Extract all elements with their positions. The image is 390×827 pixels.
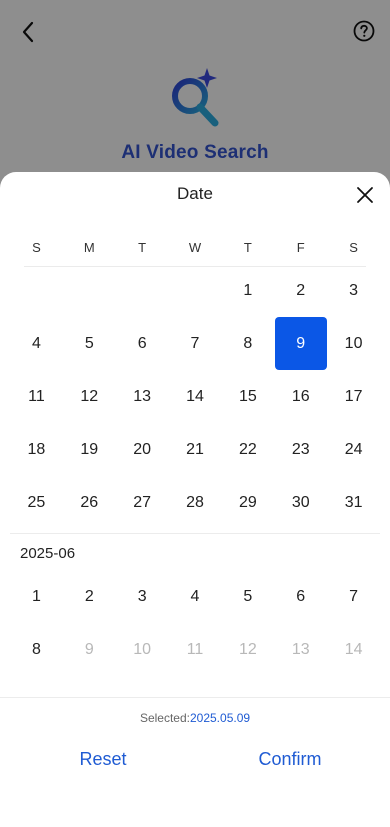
calendar-day[interactable]: 25 bbox=[10, 476, 63, 529]
calendar-day[interactable]: 6 bbox=[116, 317, 169, 370]
calendar-week-row: 11 12 13 14 15 16 17 bbox=[10, 370, 380, 423]
calendar-day: 9 bbox=[84, 640, 94, 658]
calendar-day: 14 bbox=[344, 640, 363, 658]
calendar-day[interactable]: 28 bbox=[169, 476, 222, 529]
selected-date-summary: Selected:2025.05.09 bbox=[0, 711, 390, 725]
calendar-week-row: 8 9 10 11 12 13 14 bbox=[10, 623, 380, 676]
calendar-day: 10 bbox=[133, 640, 152, 658]
calendar-day[interactable]: 21 bbox=[169, 423, 222, 476]
month-grid-june: 1 2 3 4 5 6 7 8 9 10 11 12 13 14 bbox=[10, 570, 380, 676]
calendar-day[interactable]: 3 bbox=[116, 570, 169, 623]
selected-date-value: 2025.05.09 bbox=[189, 711, 251, 725]
calendar-day[interactable]: 4 bbox=[169, 570, 222, 623]
calendar-day[interactable]: 4 bbox=[10, 317, 63, 370]
weekday-label: T bbox=[138, 240, 147, 255]
calendar-day-selected[interactable]: 9 bbox=[274, 317, 327, 370]
calendar-day[interactable]: 1 bbox=[221, 264, 274, 317]
calendar-week-row: 18 19 20 21 22 23 24 bbox=[10, 423, 380, 476]
calendar-week-row: 1234567 bbox=[10, 570, 380, 623]
date-picker-sheet: Date S M T W T F S 1 2 3 4 5 6 7 8 9 10 11 12 13 14 15… bbox=[0, 172, 390, 827]
calendar-empty-cell bbox=[116, 264, 169, 317]
weekday-label: S bbox=[32, 240, 41, 255]
divider bbox=[0, 697, 390, 698]
calendar-day[interactable]: 22 bbox=[221, 423, 274, 476]
calendar-day[interactable]: 27 bbox=[116, 476, 169, 529]
calendar-day[interactable]: 16 bbox=[274, 370, 327, 423]
calendar-empty-cell bbox=[169, 264, 222, 317]
calendar-day[interactable]: 6 bbox=[274, 570, 327, 623]
calendar-week-row: 123 bbox=[10, 264, 380, 317]
close-icon bbox=[357, 187, 373, 203]
calendar-day: 11 bbox=[186, 640, 204, 658]
month-label: 2025-06 bbox=[20, 545, 76, 562]
weekday-header: S M T W T F S bbox=[10, 240, 380, 258]
calendar-day: 12 bbox=[238, 640, 257, 658]
calendar-week-row: 25 26 27 28 29 30 31 bbox=[10, 476, 380, 529]
calendar-day[interactable]: 30 bbox=[274, 476, 327, 529]
calendar-day[interactable]: 11 bbox=[10, 370, 63, 423]
confirm-button[interactable]: Confirm bbox=[246, 749, 334, 773]
calendar-day[interactable]: 12 bbox=[63, 370, 116, 423]
weekday-label: T bbox=[243, 240, 252, 255]
calendar-empty-cell bbox=[10, 264, 63, 317]
calendar-day[interactable]: 3 bbox=[327, 264, 380, 317]
month-grid-may: 1 2 3 4 5 6 7 8 9 10 11 12 13 14 15 16 17 18 19 20 21 22 23 24 2… bbox=[10, 264, 380, 529]
calendar-day[interactable]: 20 bbox=[116, 423, 169, 476]
weekday-label: F bbox=[296, 240, 305, 255]
calendar-week-row: 4 5 6 7 8 9 10 bbox=[10, 317, 380, 370]
calendar-day[interactable]: 26 bbox=[63, 476, 116, 529]
weekday-label: M bbox=[83, 240, 95, 255]
calendar-day[interactable]: 7 bbox=[169, 317, 222, 370]
close-button[interactable] bbox=[354, 184, 376, 206]
sheet-title: Date bbox=[177, 184, 213, 203]
calendar-day[interactable]: 13 bbox=[116, 370, 169, 423]
selected-prefix: Selected: bbox=[139, 711, 190, 725]
calendar-day[interactable]: 15 bbox=[221, 370, 274, 423]
calendar-empty-cell bbox=[63, 264, 116, 317]
calendar-day[interactable]: 29 bbox=[221, 476, 274, 529]
calendar-day[interactable]: 5 bbox=[63, 317, 116, 370]
reset-button[interactable]: Reset bbox=[60, 749, 146, 773]
calendar-day[interactable]: 7 bbox=[327, 570, 380, 623]
calendar-day[interactable]: 23 bbox=[274, 423, 327, 476]
calendar-day[interactable]: 5 bbox=[221, 570, 274, 623]
calendar-day[interactable]: 8 bbox=[10, 623, 63, 676]
calendar-day[interactable]: 24 bbox=[327, 423, 380, 476]
calendar-day[interactable]: 17 bbox=[327, 370, 380, 423]
calendar-day[interactable]: 2 bbox=[274, 264, 327, 317]
divider bbox=[10, 533, 380, 534]
calendar-day[interactable]: 14 bbox=[169, 370, 222, 423]
calendar-day[interactable]: 10 bbox=[327, 317, 380, 370]
weekday-label: S bbox=[349, 240, 358, 255]
weekday-label: W bbox=[188, 240, 202, 255]
calendar-day[interactable]: 31 bbox=[327, 476, 380, 529]
calendar-day[interactable]: 1 bbox=[10, 570, 63, 623]
calendar-day[interactable]: 8 bbox=[221, 317, 274, 370]
calendar-day[interactable]: 18 bbox=[10, 423, 63, 476]
calendar-day[interactable]: 19 bbox=[63, 423, 116, 476]
calendar-day[interactable]: 2 bbox=[63, 570, 116, 623]
calendar-day: 13 bbox=[291, 640, 310, 658]
